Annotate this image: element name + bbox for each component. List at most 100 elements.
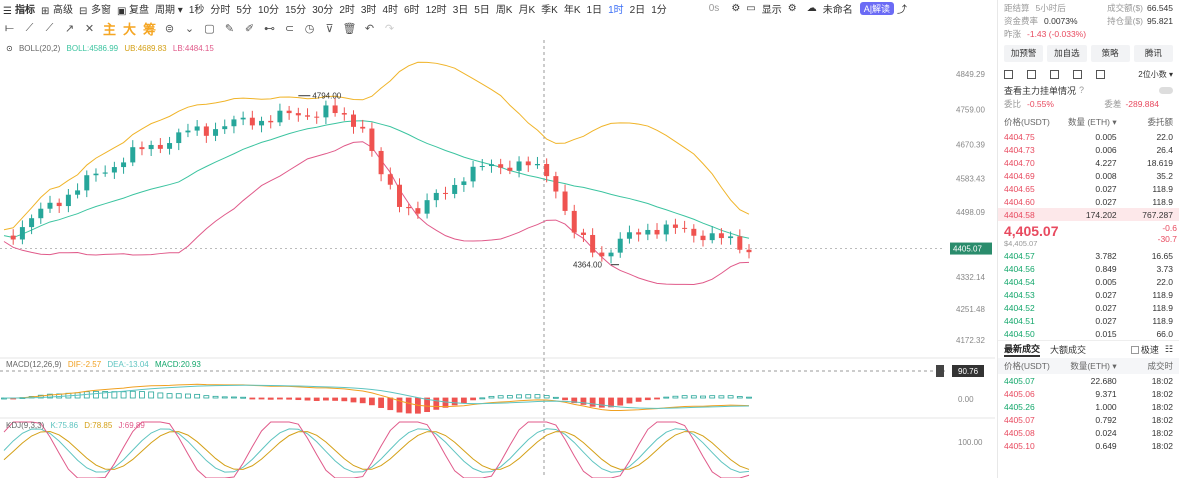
measure-icon[interactable]: ⊷ — [260, 20, 279, 36]
rectangle-icon[interactable]: ▢ — [200, 20, 219, 36]
bid-row[interactable]: 4404.57 3.782 16.65 — [998, 249, 1179, 262]
period-10m[interactable]: 10分 — [255, 1, 282, 16]
replay-menu[interactable]: ▣ 复盘 — [114, 1, 152, 17]
period-month[interactable]: 月K — [515, 1, 538, 16]
arrow-icon[interactable]: ↗ — [60, 20, 79, 36]
filter-icon[interactable]: ⊽ — [320, 20, 339, 36]
period-2h[interactable]: 2时 — [336, 1, 358, 16]
bid-row[interactable]: 4404.56 0.849 3.73 — [998, 262, 1179, 275]
period-1h[interactable]: 1时 — [605, 1, 627, 16]
period-quarter[interactable]: 季K — [538, 1, 561, 16]
ask-row[interactable]: 4404.75 0.005 22.0 — [998, 130, 1179, 143]
ask-row[interactable]: 4404.73 0.006 26.4 — [998, 143, 1179, 156]
both-sides-icon[interactable] — [1004, 69, 1013, 79]
bid-amount: 118.9 — [1152, 315, 1173, 326]
bid-row[interactable]: 4404.51 0.027 118.9 — [998, 314, 1179, 327]
period-week[interactable]: 周K — [493, 1, 516, 16]
main-orders-toggle[interactable] — [1159, 86, 1173, 94]
precision-select[interactable]: 2位小数 ▾ — [1138, 69, 1173, 80]
collapse-icon[interactable]: ⊙ — [6, 44, 13, 53]
gear-icon[interactable]: ⚙ — [785, 3, 800, 14]
turnover-label: 成交额($) — [1107, 2, 1143, 13]
brush-icon[interactable]: ✐ — [240, 20, 259, 36]
change-label: 昨涨 — [1004, 28, 1022, 39]
price-axis-label: 4759.00 — [956, 105, 985, 114]
ob-qty-header[interactable]: 数量 (ETH) ▾ — [1060, 116, 1117, 128]
ask-row[interactable]: 4404.65 0.027 118.9 — [998, 182, 1179, 195]
display-menu[interactable]: 显示 — [759, 1, 785, 16]
period-3h[interactable]: 3时 — [358, 1, 380, 16]
delete-icon[interactable]: 🗑 — [340, 20, 359, 36]
ask-price: 4404.65 — [1004, 183, 1035, 194]
filter-list-icon[interactable]: ☷ — [1165, 344, 1173, 355]
candle-body — [157, 144, 163, 149]
period-5m[interactable]: 5分 — [233, 1, 255, 16]
period-1d[interactable]: 1日 — [584, 1, 606, 16]
share-icon[interactable]: ⤴ — [894, 1, 910, 16]
strategy-button[interactable]: 策略 — [1090, 45, 1130, 62]
settings-icon[interactable]: ⚙ — [728, 3, 743, 14]
bid-row[interactable]: 4404.53 0.027 118.9 — [998, 288, 1179, 301]
bids-only-icon[interactable] — [1027, 69, 1036, 79]
monitor-icon[interactable]: ▭ — [743, 3, 758, 14]
tab-latest-trades[interactable]: 最新成交 — [1004, 342, 1041, 357]
macd-bar — [479, 397, 486, 400]
macd-bar — [433, 397, 440, 410]
period-30m[interactable]: 30分 — [309, 1, 336, 16]
ask-row[interactable]: 4404.70 4.227 18.619 — [998, 156, 1179, 169]
advanced-menu[interactable]: ⊞ 高级 — [38, 1, 76, 17]
dollar-icon[interactable]: ⊜ — [160, 20, 179, 36]
period-2d[interactable]: 2日 — [627, 1, 649, 16]
tab-large-trades[interactable]: 大额成交 — [1050, 343, 1086, 356]
tencent-button[interactable]: 腾讯 — [1133, 45, 1173, 62]
horizontal-line-icon[interactable]: ⟝ — [0, 20, 19, 36]
undo-icon[interactable]: ↶ — [360, 20, 379, 36]
ai-interpret-button[interactable]: A|解读 — [859, 1, 895, 15]
add-alert-button[interactable]: 加预警 — [1004, 45, 1044, 62]
period-3d[interactable]: 3日 — [450, 1, 472, 16]
clock-icon[interactable]: ◷ — [300, 20, 319, 36]
bid-row[interactable]: 4404.54 0.005 22.0 — [998, 275, 1179, 288]
period-6h[interactable]: 6时 — [401, 1, 423, 16]
boll-upper-line — [3, 61, 750, 231]
period-1m[interactable]: 1分 — [648, 1, 670, 16]
period-year[interactable]: 年K — [561, 1, 584, 16]
magnet-icon[interactable]: ⊂ — [280, 20, 299, 36]
chart-canvas[interactable]: 4849.29 4759.00 4670.39 4583.43 4498.09 4332.… — [0, 40, 995, 478]
period-timeshare[interactable]: 分时 — [207, 1, 233, 16]
cross-icon[interactable]: ✕ — [80, 20, 99, 36]
period-5d[interactable]: 5日 — [471, 1, 493, 16]
layout-name[interactable]: 未命名 — [820, 1, 856, 16]
pencil-icon[interactable]: ✎ — [220, 20, 239, 36]
ask-row[interactable]: 4404.69 0.008 35.2 — [998, 169, 1179, 182]
chevron-down-icon[interactable]: ⌄ — [180, 20, 199, 36]
period-4h[interactable]: 4时 — [379, 1, 401, 16]
ray-icon[interactable]: ⟋ — [20, 20, 39, 36]
big-indicator-button[interactable]: 大 — [120, 20, 139, 37]
period-1s[interactable]: 1秒 — [186, 1, 208, 16]
help-icon[interactable]: ? — [1079, 85, 1084, 95]
bid-row[interactable]: 4404.52 0.027 118.9 — [998, 301, 1179, 314]
checkbox-icon — [1130, 346, 1139, 354]
period-15m[interactable]: 15分 — [282, 1, 309, 16]
kline-chart[interactable]: 4849.29 4759.00 4670.39 4583.43 4498.09 4332.… — [0, 40, 995, 478]
candle-body — [590, 234, 596, 253]
ask-row[interactable]: 4404.60 0.027 118.9 — [998, 195, 1179, 208]
main-indicator-button[interactable]: 主 — [100, 20, 119, 37]
trend-line-icon[interactable]: ⟋ — [40, 20, 59, 36]
fast-mode-checkbox[interactable]: 极速 — [1130, 343, 1159, 356]
list-icon[interactable] — [1073, 69, 1082, 79]
period-menu[interactable]: 周期 ▾ — [152, 1, 186, 16]
ask-row[interactable]: 4404.58 174.202 767.287 — [998, 208, 1179, 221]
depth-icon[interactable] — [1096, 69, 1105, 79]
bid-row[interactable]: 4404.50 0.015 66.0 — [998, 327, 1179, 340]
trade-qty-header[interactable]: 数量(ETH) ▾ — [1060, 360, 1116, 372]
multi-window-menu[interactable]: ⊟ 多窗 — [76, 1, 114, 17]
add-watchlist-button[interactable]: 加自选 — [1047, 45, 1087, 62]
asks-only-icon[interactable] — [1050, 69, 1059, 79]
redo-icon[interactable]: ↷ — [380, 20, 399, 36]
chip-indicator-button[interactable]: 筹 — [140, 20, 159, 37]
period-12h[interactable]: 12时 — [423, 1, 450, 16]
trade-qty: 22.680 — [1090, 375, 1117, 386]
indicator-menu[interactable]: ☰ 指标 — [0, 1, 38, 17]
